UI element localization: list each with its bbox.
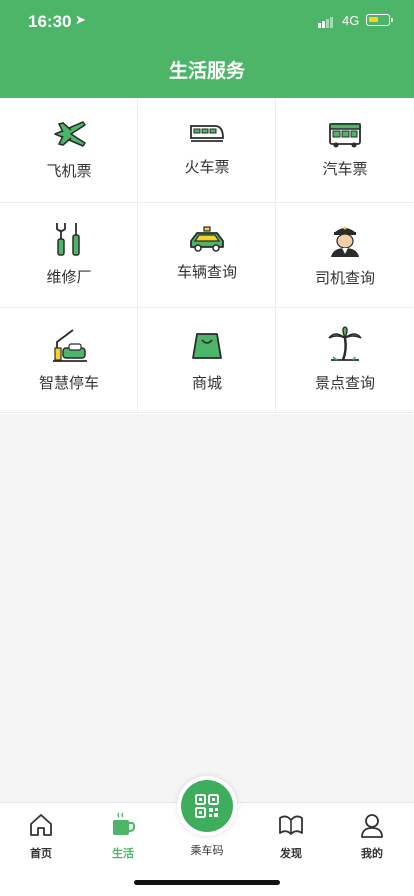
network-type: 4G xyxy=(342,13,360,28)
signal-icon xyxy=(318,16,336,28)
tab-label: 我的 xyxy=(361,847,383,860)
tab-label: 生活 xyxy=(112,847,134,860)
car-icon xyxy=(190,226,224,252)
location-arrow-icon: ➤ xyxy=(75,13,86,28)
parking-gate-icon xyxy=(53,329,87,362)
status-time: 16:30 xyxy=(28,12,72,31)
service-label: 汽车票 xyxy=(322,160,368,178)
service-item-scenic-query[interactable]: 景点查询 xyxy=(276,308,414,413)
tab-life[interactable]: 生活 xyxy=(82,811,164,867)
tab-home[interactable]: 首页 xyxy=(0,811,82,867)
service-label: 智慧停车 xyxy=(38,374,99,392)
coffee-cup-icon xyxy=(113,812,136,835)
service-label: 商城 xyxy=(191,374,222,392)
driver-icon xyxy=(331,226,359,257)
service-item-train[interactable]: 火车票 xyxy=(138,98,276,203)
shopping-bag-icon xyxy=(192,333,222,359)
service-item-mall[interactable]: 商城 xyxy=(138,308,276,413)
ride-code-label: 乘车码 xyxy=(190,844,224,857)
service-label: 飞机票 xyxy=(46,162,92,180)
qr-code-icon xyxy=(195,794,219,818)
service-item-driver-query[interactable]: 司机查询 xyxy=(276,203,414,308)
bus-icon xyxy=(329,123,361,148)
page-title: 生活服务 xyxy=(168,60,245,82)
status-bar: 16:30 ➤ 4G xyxy=(0,0,414,44)
tab-mine[interactable]: 我的 xyxy=(331,811,413,867)
airplane-icon xyxy=(54,121,86,147)
service-item-repair[interactable]: 维修厂 xyxy=(0,203,138,308)
wrench-screwdriver-icon xyxy=(56,223,80,256)
tab-discover[interactable]: 发现 xyxy=(250,811,332,867)
train-icon xyxy=(190,125,224,142)
service-grid: 飞机票 火车票 汽车票 维修厂 车辆查询 司机查询 智慧停车 商城 景点查询 xyxy=(0,98,414,414)
tab-label: 首页 xyxy=(30,847,52,860)
home-icon xyxy=(30,814,52,836)
home-indicator[interactable] xyxy=(134,880,280,885)
service-item-flight[interactable]: 飞机票 xyxy=(0,98,138,203)
service-item-smart-parking[interactable]: 智慧停车 xyxy=(0,308,138,413)
service-label: 景点查询 xyxy=(314,374,375,392)
open-book-icon xyxy=(279,815,303,835)
service-item-bus[interactable]: 汽车票 xyxy=(276,98,414,203)
service-item-vehicle-query[interactable]: 车辆查询 xyxy=(138,203,276,308)
service-label: 司机查询 xyxy=(314,269,375,287)
tab-label: 发现 xyxy=(280,847,302,860)
page-header: 生活服务 xyxy=(0,44,414,98)
service-label: 火车票 xyxy=(184,158,230,176)
palm-tree-icon xyxy=(328,326,362,361)
service-label: 维修厂 xyxy=(46,268,92,286)
battery-icon xyxy=(366,14,393,26)
ride-code-button[interactable] xyxy=(177,776,237,836)
service-label: 车辆查询 xyxy=(176,263,237,281)
user-icon xyxy=(361,814,383,838)
